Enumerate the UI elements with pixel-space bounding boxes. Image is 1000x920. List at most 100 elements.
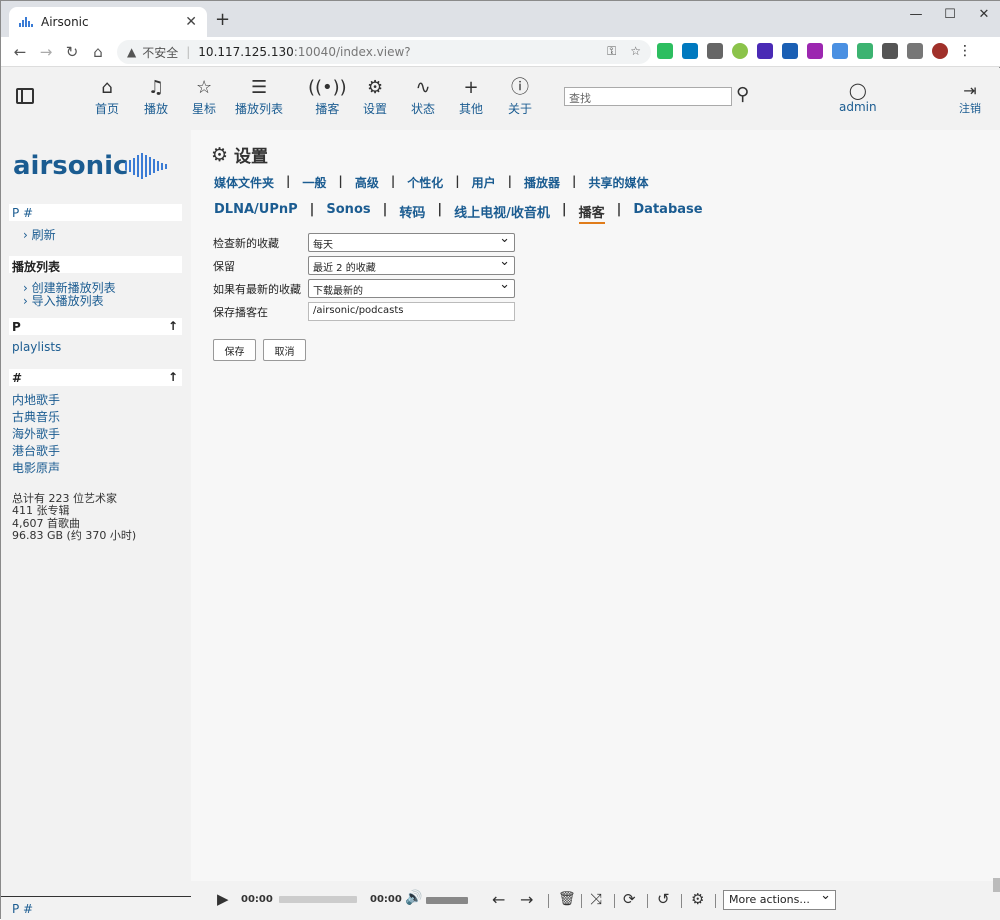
sidebar-toggle-icon[interactable] [16, 88, 34, 104]
tab-media-folders[interactable]: 媒体文件夹 [214, 174, 274, 191]
airsonic-logo[interactable]: airsonic [13, 151, 167, 181]
star-icon: ☆ [195, 77, 213, 98]
screen-extension-icon[interactable] [882, 43, 898, 59]
nav-settings[interactable]: ⚙ 设置 [363, 78, 387, 117]
nav-about[interactable]: ⓘ 关于 [508, 78, 532, 117]
logout-button[interactable]: ⇥ 注销 [959, 81, 981, 116]
puzzle-extension-icon[interactable] [907, 43, 923, 59]
next-icon[interactable]: → [520, 890, 533, 909]
browser-menu-icon[interactable]: ⋮ [957, 43, 973, 59]
arrow-up-icon[interactable]: ↑ [168, 319, 178, 333]
tab-general[interactable]: 一般 [302, 174, 326, 191]
artist-link[interactable]: playlists [12, 340, 61, 354]
tab-internet-radio[interactable]: 线上电视/收音机 [454, 202, 550, 224]
nav-playlists[interactable]: ☰ 播放列表 [235, 78, 283, 117]
tab-personal[interactable]: 个性化 [407, 174, 443, 191]
seek-bar[interactable] [279, 896, 357, 903]
close-window-icon[interactable]: ✕ [967, 1, 1000, 27]
purple-extension-icon[interactable] [807, 43, 823, 59]
browser-tab[interactable]: Airsonic ✕ [9, 7, 207, 37]
divider [715, 894, 716, 908]
extensions-area: ⋮ [657, 43, 973, 59]
tab-dlna[interactable]: DLNA/UPnP [214, 202, 298, 224]
list-icon: ☰ [250, 77, 268, 98]
trash-icon[interactable]: 🗑 [558, 891, 576, 907]
undo-icon[interactable]: ↺ [657, 890, 670, 908]
play-icon[interactable]: ▶ [217, 890, 229, 908]
forward-icon[interactable]: → [33, 43, 59, 61]
download-policy-select[interactable]: 下载最新的 [308, 277, 515, 298]
user-menu[interactable]: ◯ admin [839, 81, 877, 114]
back-icon[interactable]: ← [7, 43, 33, 61]
divider [614, 894, 615, 908]
shuffle-icon[interactable]: ⤨ [590, 890, 602, 908]
key-icon[interactable]: ⚿ [607, 44, 616, 59]
search-icon[interactable]: ⚲ [736, 84, 749, 105]
info-icon: ⓘ [511, 77, 529, 98]
reload-icon[interactable]: ↻ [59, 43, 85, 61]
nav-status[interactable]: ∿ 状态 [411, 78, 435, 117]
index-header[interactable]: P # [9, 204, 182, 221]
badge-extension-icon[interactable] [782, 43, 798, 59]
search-input[interactable]: 查找 [564, 87, 732, 106]
close-tab-icon[interactable]: ✕ [185, 14, 197, 30]
tab-transcoding[interactable]: 转码 [399, 202, 425, 224]
trello-extension-icon[interactable] [682, 43, 698, 59]
profile-avatar[interactable] [932, 43, 948, 59]
keep-episodes-select[interactable]: 最近 2 的收藏 [308, 254, 515, 275]
translate-extension-icon[interactable] [832, 43, 848, 59]
field-label: 检查新的收藏 [213, 236, 279, 250]
nav-starred[interactable]: ☆ 星标 [192, 78, 216, 117]
artist-link[interactable]: 港台歌手 [12, 442, 60, 459]
home-browser-icon[interactable]: ⌂ [85, 43, 111, 61]
evernote-extension-icon[interactable] [657, 43, 673, 59]
tab-sonos[interactable]: Sonos [326, 202, 370, 224]
nav-podcast[interactable]: ((•)) 播客 [308, 78, 347, 117]
artist-link[interactable]: 古典音乐 [12, 408, 60, 425]
arrow-up-icon[interactable]: ↑ [168, 370, 178, 384]
volume-icon[interactable]: 🔊 [405, 890, 422, 906]
save-button[interactable]: 保存 [213, 339, 256, 361]
field-label: 保存播客在 [213, 305, 268, 319]
repeat-icon[interactable]: ⟳ [623, 890, 636, 908]
gear-icon: ⚙ [211, 143, 229, 166]
check-interval-select[interactable]: 每天 [308, 231, 515, 252]
form-row-folder: 保存播客在 /airsonic/podcasts [213, 302, 515, 321]
form-row-check-interval: 检查新的收藏 每天 [213, 231, 515, 252]
scrollbar-thumb[interactable] [993, 878, 1000, 892]
maximize-icon[interactable]: ☐ [933, 1, 967, 27]
tab-shared-media[interactable]: 共享的媒体 [588, 174, 648, 191]
address-bar[interactable]: ▲ 不安全 | 10.117.125.130 :10040/index.view… [117, 40, 651, 64]
circle-extension-icon[interactable] [732, 43, 748, 59]
refresh-link[interactable]: › 刷新 [23, 226, 56, 243]
artist-link[interactable]: 海外歌手 [12, 425, 60, 442]
new-tab-icon[interactable]: + [215, 9, 230, 30]
activity-icon: ∿ [415, 77, 431, 98]
cube-extension-icon[interactable] [757, 43, 773, 59]
volume-slider[interactable] [426, 897, 468, 904]
import-playlist-link[interactable]: › 导入播放列表 [23, 292, 104, 309]
form-row-keep: 保留 最近 2 的收藏 [213, 254, 515, 275]
shield-extension-icon[interactable] [857, 43, 873, 59]
cancel-button[interactable]: 取消 [263, 339, 306, 361]
more-actions-select[interactable]: More actions... [723, 888, 836, 910]
artist-link[interactable]: 电影原声 [12, 459, 60, 476]
nav-home[interactable]: ⌂ 首页 [95, 78, 119, 117]
tab-players[interactable]: 播放器 [524, 174, 560, 191]
tab-advanced[interactable]: 高级 [355, 174, 379, 191]
podcast-folder-input[interactable]: /airsonic/podcasts [308, 302, 515, 321]
tab-users[interactable]: 用户 [472, 174, 496, 191]
podcast-icon: ((•)) [308, 77, 347, 98]
nav-more[interactable]: + 其他 [459, 78, 483, 117]
artist-link[interactable]: 内地歌手 [12, 391, 60, 408]
previous-icon[interactable]: ← [492, 890, 505, 909]
nav-play[interactable]: ♫ 播放 [144, 78, 168, 117]
bookmark-star-icon[interactable]: ☆ [630, 44, 641, 59]
mail-extension-icon[interactable] [707, 43, 723, 59]
minimize-icon[interactable]: — [899, 1, 933, 27]
sidebar-footer-index[interactable]: P # [1, 896, 191, 920]
tab-podcast[interactable]: 播客 [578, 202, 605, 224]
tab-database[interactable]: Database [633, 202, 702, 224]
settings-gear-icon[interactable]: ⚙ [691, 890, 704, 908]
sound-wave-icon [125, 153, 167, 179]
